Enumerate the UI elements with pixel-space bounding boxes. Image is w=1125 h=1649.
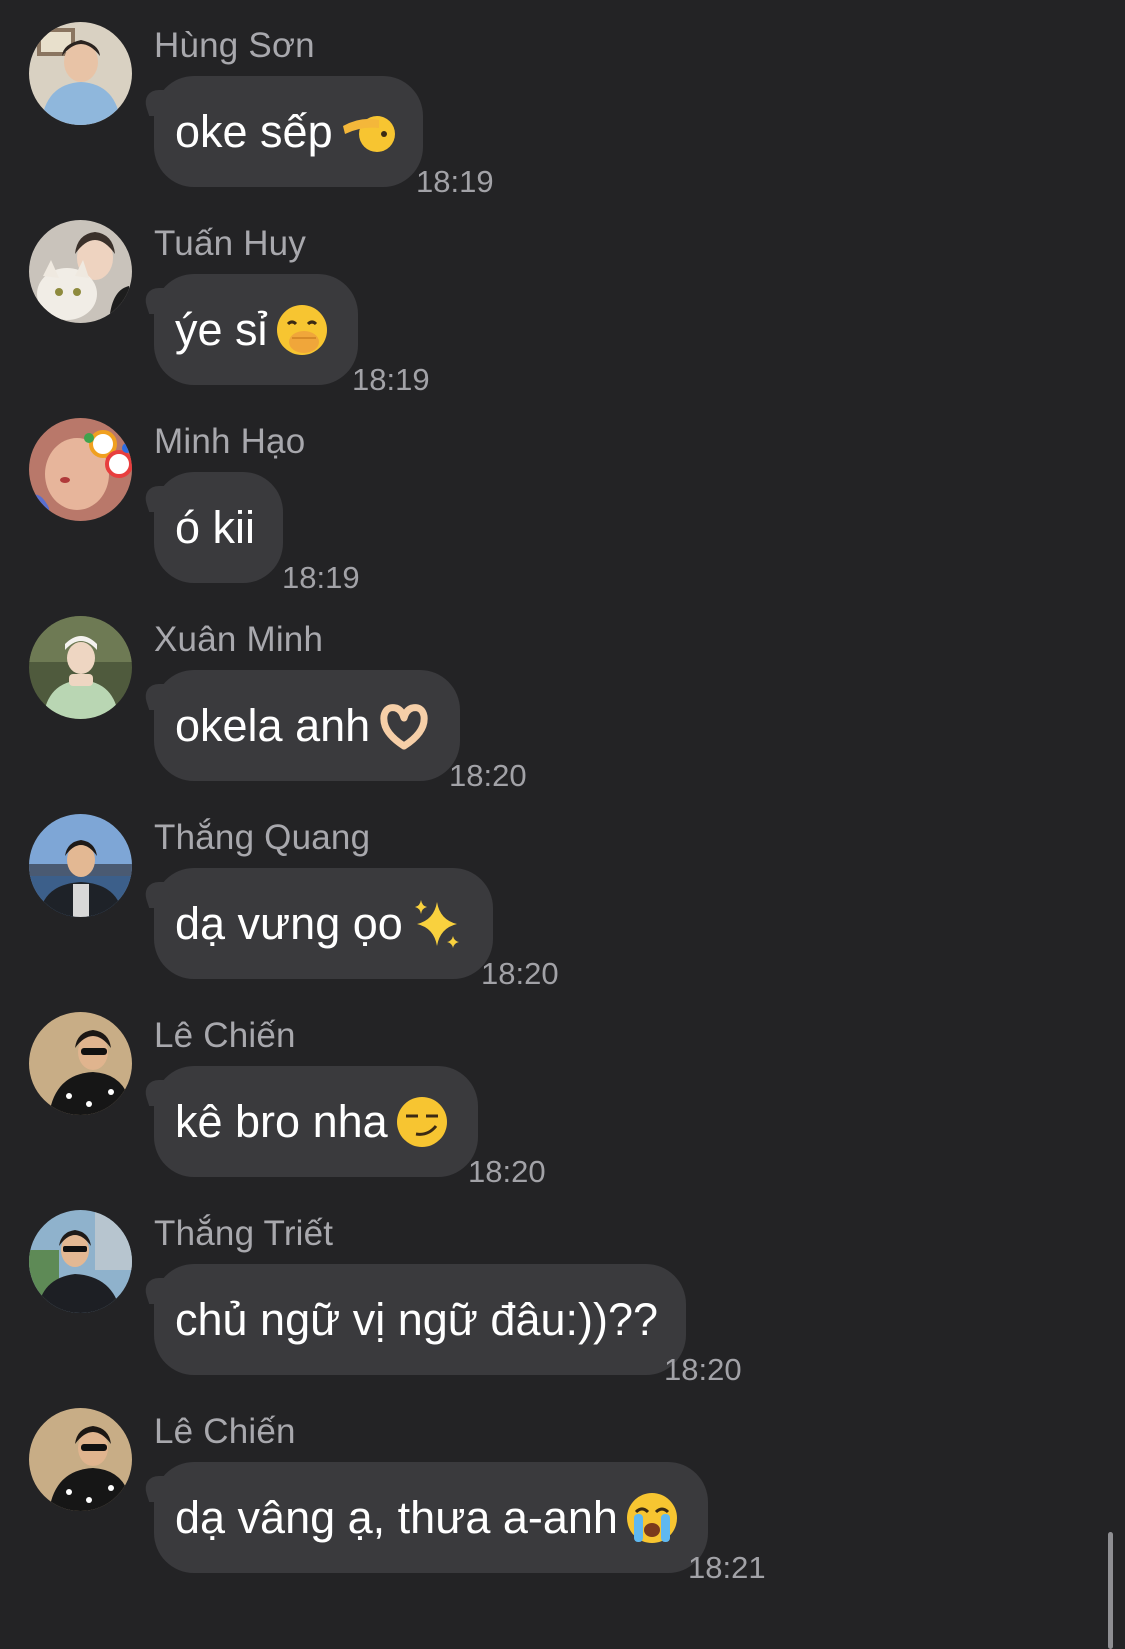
message-bubble[interactable]: ó kii xyxy=(154,472,284,583)
message-bubble[interactable]: dạ vưng ọo xyxy=(154,868,493,979)
chat-message-list[interactable]: Hùng Sơn oke sếp 18:19 Tuấn Huy ýe sỉ 18… xyxy=(0,0,1125,1649)
avatar[interactable] xyxy=(29,418,132,521)
sender-name: Thắng Triết xyxy=(154,1214,334,1253)
scrollbar[interactable] xyxy=(1108,1532,1113,1649)
sender-name: Tuấn Huy xyxy=(154,224,307,263)
message-row: Lê Chiến dạ vâng ạ, thưa a-anh 18:21 xyxy=(0,1408,1100,1598)
avatar[interactable] xyxy=(29,1408,132,1511)
message-text: dạ vâng ạ, thưa a-anh xyxy=(175,1492,618,1543)
message-text: ó kii xyxy=(175,502,256,553)
message-text: kê bro nha xyxy=(175,1096,388,1147)
message-text: dạ vưng ọo xyxy=(175,898,403,949)
heart-hands-icon xyxy=(376,698,432,754)
sender-name: Minh Hạo xyxy=(154,422,306,461)
smirking-face-icon xyxy=(394,1094,450,1150)
avatar[interactable] xyxy=(29,1210,132,1313)
avatar[interactable] xyxy=(29,220,132,323)
avatar[interactable] xyxy=(29,22,132,125)
message-bubble[interactable]: oke sếp xyxy=(154,76,423,187)
face-with-hand-over-mouth-icon xyxy=(274,302,330,358)
timestamp: 18:20 xyxy=(468,1154,546,1189)
sender-name: Xuân Minh xyxy=(154,620,324,659)
message-bubble[interactable]: okela anh xyxy=(154,670,461,781)
message-row: Tuấn Huy ýe sỉ 18:19 xyxy=(0,220,1100,410)
sender-name: Lê Chiến xyxy=(154,1412,296,1451)
message-row: Xuân Minh okela anh 18:20 xyxy=(0,616,1100,806)
timestamp: 18:20 xyxy=(449,758,527,793)
timestamp: 18:19 xyxy=(282,560,360,595)
sender-name: Thắng Quang xyxy=(154,818,371,857)
message-bubble[interactable]: chủ ngữ vị ngữ đâu:))?? xyxy=(154,1264,687,1375)
message-text: ýe sỉ xyxy=(175,304,268,355)
timestamp: 18:21 xyxy=(688,1550,766,1585)
timestamp: 18:19 xyxy=(352,362,430,397)
avatar[interactable] xyxy=(29,1012,132,1115)
loudly-crying-face-icon xyxy=(624,1490,680,1546)
sparkles-icon xyxy=(409,896,465,952)
sender-name: Hùng Sơn xyxy=(154,26,315,65)
message-bubble[interactable]: dạ vâng ạ, thưa a-anh xyxy=(154,1462,708,1573)
message-text: okela anh xyxy=(175,700,371,751)
message-text: chủ ngữ vị ngữ đâu:))?? xyxy=(175,1294,659,1345)
timestamp: 18:20 xyxy=(481,956,559,991)
avatar[interactable] xyxy=(29,616,132,719)
sender-name: Lê Chiến xyxy=(154,1016,296,1055)
avatar[interactable] xyxy=(29,814,132,917)
message-row: Thắng Triết chủ ngữ vị ngữ đâu:))?? 18:2… xyxy=(0,1210,1100,1400)
timestamp: 18:20 xyxy=(664,1352,742,1387)
message-text: oke sếp xyxy=(175,106,333,157)
timestamp: 18:19 xyxy=(416,164,494,199)
message-row: Hùng Sơn oke sếp 18:19 xyxy=(0,22,1100,212)
message-row: Minh Hạo ó kii 18:19 xyxy=(0,418,1100,608)
message-bubble[interactable]: kê bro nha xyxy=(154,1066,478,1177)
message-bubble[interactable]: ýe sỉ xyxy=(154,274,358,385)
message-row: Lê Chiến kê bro nha 18:20 xyxy=(0,1012,1100,1202)
message-row: Thắng Quang dạ vưng ọo 18:20 xyxy=(0,814,1100,1004)
saluting-face-icon xyxy=(339,104,395,160)
